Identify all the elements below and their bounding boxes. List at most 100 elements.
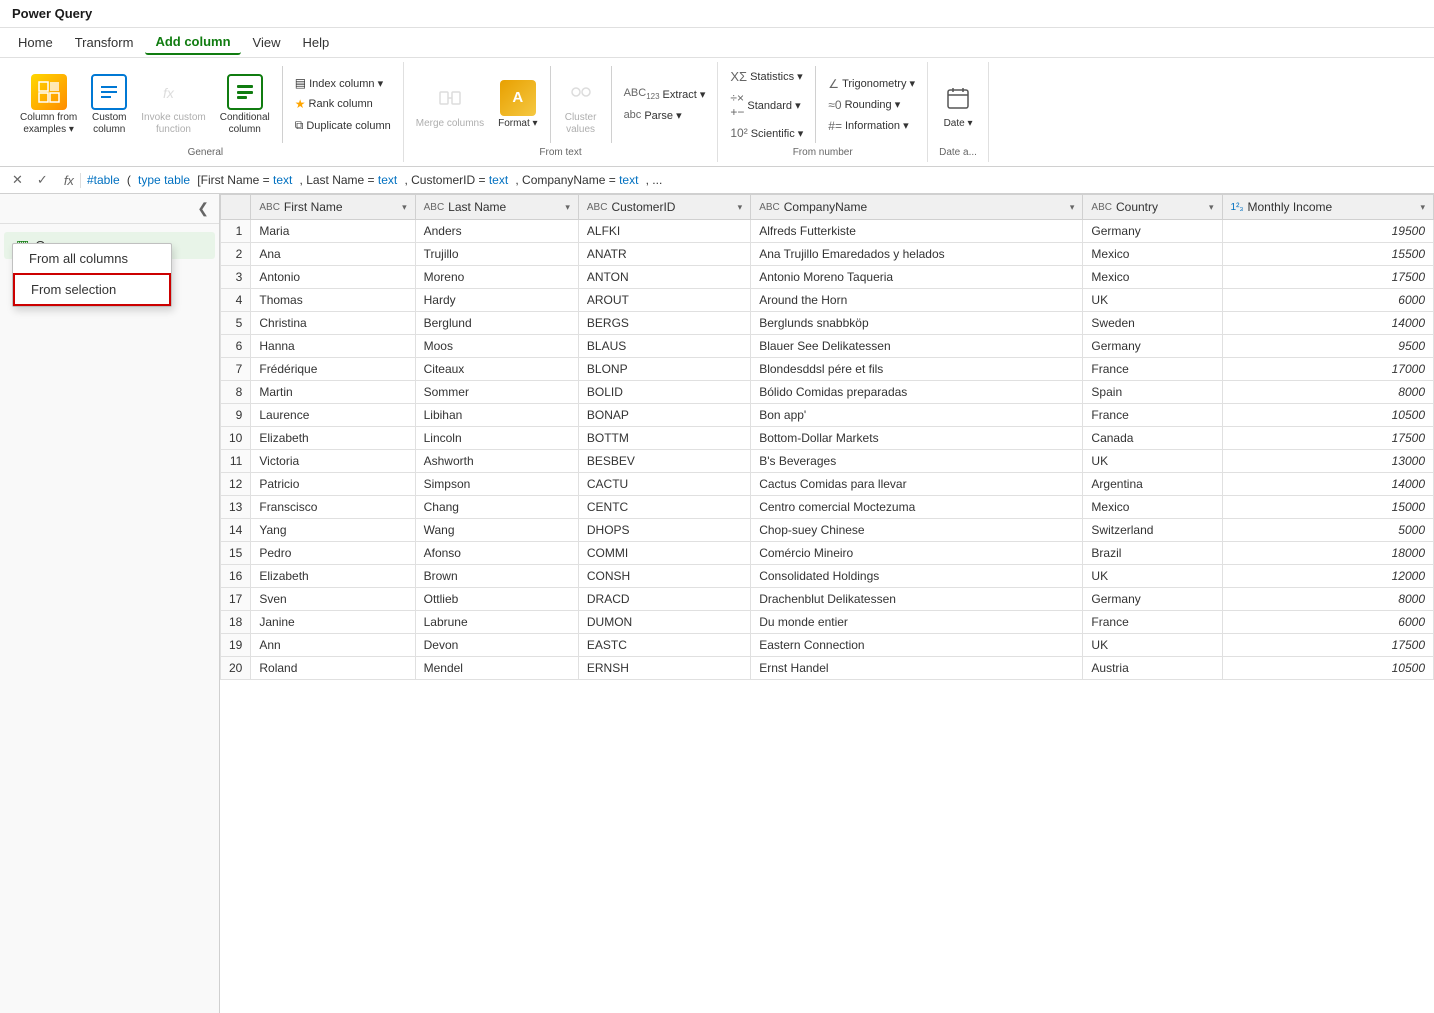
data-area[interactable]: ABC First Name ▾ ABC Last Name ▾	[220, 194, 1434, 1013]
table-row[interactable]: 14YangWangDHOPSChop-suey ChineseSwitzerl…	[221, 519, 1434, 542]
lastname-filter-button[interactable]: ▾	[565, 202, 570, 213]
table-row[interactable]: 6HannaMoosBLAUSBlauer See DelikatessenGe…	[221, 335, 1434, 358]
customerid-cell: ANTON	[578, 266, 750, 289]
trigonometry-label: Trigonometry ▾	[842, 77, 915, 90]
merge-columns-button[interactable]: Merge columns	[410, 76, 490, 134]
firstname-cell: Martin	[251, 381, 415, 404]
table-row[interactable]: 3AntonioMorenoANTONAntonio Moreno Taquer…	[221, 266, 1434, 289]
country-cell: France	[1083, 358, 1222, 381]
row-number-cell: 20	[221, 657, 251, 680]
invoke-custom-function-button[interactable]: fx Invoke customfunction	[135, 70, 211, 140]
from-all-columns-item[interactable]: From all columns	[13, 244, 171, 273]
scientific-label: Scientific ▾	[751, 127, 804, 140]
rank-column-button[interactable]: ★ Rank column	[289, 94, 397, 114]
table-row[interactable]: 19AnnDevonEASTCEastern ConnectionUK17500	[221, 634, 1434, 657]
menu-view[interactable]: View	[243, 31, 291, 54]
firstname-label: First Name	[284, 200, 343, 214]
custom-col-svg	[99, 82, 119, 102]
ribbon-buttons-date: Date ▾	[934, 66, 982, 143]
companyname-filter-button[interactable]: ▾	[1070, 202, 1075, 213]
country-filter-button[interactable]: ▾	[1209, 202, 1214, 213]
table-row[interactable]: 13FransciscoChangCENTCCentro comercial M…	[221, 496, 1434, 519]
column-from-examples-button[interactable]: Column fromexamples ▾	[14, 70, 83, 140]
custom-column-button[interactable]: Customcolumn	[85, 70, 133, 140]
formula-comma1: , Last Name =	[300, 173, 378, 187]
formula-cancel-button[interactable]: ✕	[8, 170, 27, 190]
from-selection-item[interactable]: From selection	[13, 273, 171, 306]
table-row[interactable]: 16ElizabethBrownCONSHConsolidated Holdin…	[221, 565, 1434, 588]
lastname-cell: Mendel	[415, 657, 578, 680]
row-num-header	[221, 195, 251, 220]
standard-button[interactable]: ÷×+− Standard ▾	[724, 88, 809, 122]
monthlyincome-cell: 19500	[1222, 220, 1433, 243]
cluster-values-button[interactable]: Clustervalues	[557, 70, 605, 140]
column-from-examples-icon	[31, 74, 67, 110]
formula-text: #table ( type table [First Name = text ,…	[87, 173, 1426, 188]
formula-comma2: , CustomerID =	[404, 173, 488, 187]
table-row[interactable]: 1MariaAndersALFKIAlfreds FutterkisteGerm…	[221, 220, 1434, 243]
formula-confirm-button[interactable]: ✓	[33, 170, 52, 190]
trigonometry-button[interactable]: ∠ Trigonometry ▾	[822, 74, 921, 94]
index-column-icon: ▤	[295, 76, 306, 90]
extract-button[interactable]: ABC123 Extract ▾	[618, 84, 712, 104]
monthlyincome-cell: 8000	[1222, 381, 1433, 404]
menu-add-column[interactable]: Add column	[145, 30, 240, 55]
companyname-cell: Centro comercial Moctezuma	[751, 496, 1083, 519]
col-header-monthlyincome: 1²₃ Monthly Income ▾	[1222, 195, 1433, 220]
table-row[interactable]: 20RolandMendelERNSHErnst HandelAustria10…	[221, 657, 1434, 680]
merge-columns-label: Merge columns	[416, 118, 484, 130]
country-cell: Mexico	[1083, 266, 1222, 289]
information-button[interactable]: #= Information ▾	[822, 116, 921, 136]
table-row[interactable]: 11VictoriaAshworthBESBEVB's BeveragesUK1…	[221, 450, 1434, 473]
menu-transform[interactable]: Transform	[65, 31, 144, 54]
conditional-column-button[interactable]: Conditionalcolumn	[214, 70, 276, 140]
country-cell: UK	[1083, 565, 1222, 588]
table-row[interactable]: 9LaurenceLibihanBONAPBon app'France10500	[221, 404, 1434, 427]
scientific-icon: 10²	[730, 126, 747, 140]
monthlyincome-cell: 17500	[1222, 634, 1433, 657]
firstname-filter-button[interactable]: ▾	[402, 202, 407, 213]
conditional-column-icon	[227, 74, 263, 110]
companyname-cell: Antonio Moreno Taqueria	[751, 266, 1083, 289]
table-row[interactable]: 7FrédériqueCiteauxBLONPBlondesddsl pére …	[221, 358, 1434, 381]
index-column-button[interactable]: ▤ Index column ▾	[289, 73, 397, 93]
rounding-button[interactable]: ≈0 Rounding ▾	[822, 95, 921, 115]
companyname-cell: Ernst Handel	[751, 657, 1083, 680]
extract-label: Extract ▾	[663, 88, 706, 101]
duplicate-column-button[interactable]: ⧉ Duplicate column	[289, 115, 397, 136]
table-row[interactable]: 18JanineLabruneDUMONDu monde entierFranc…	[221, 611, 1434, 634]
parse-label: Parse ▾	[644, 109, 681, 122]
table-row[interactable]: 12PatricioSimpsonCACTUCactus Comidas par…	[221, 473, 1434, 496]
country-cell: Brazil	[1083, 542, 1222, 565]
ribbon-buttons-from-text: Merge columns A Format ▾ Clustervalues	[410, 66, 712, 143]
formula-comma3: , CompanyName =	[515, 173, 619, 187]
custom-column-icon	[91, 74, 127, 110]
table-row[interactable]: 8MartinSommerBOLIDBólido Comidas prepara…	[221, 381, 1434, 404]
collapse-sidebar-button[interactable]: ❮	[191, 198, 215, 219]
row-number-cell: 9	[221, 404, 251, 427]
date-button[interactable]: Date ▾	[934, 76, 982, 134]
lastname-cell: Ashworth	[415, 450, 578, 473]
menu-help[interactable]: Help	[293, 31, 340, 54]
country-cell: Sweden	[1083, 312, 1222, 335]
statistics-button[interactable]: XΣ Statistics ▾	[724, 66, 809, 87]
monthlyincome-cell: 8000	[1222, 588, 1433, 611]
scientific-button[interactable]: 10² Scientific ▾	[724, 123, 809, 143]
customerid-filter-button[interactable]: ▾	[738, 202, 743, 213]
companyname-cell: B's Beverages	[751, 450, 1083, 473]
table-row[interactable]: 17SvenOttliebDRACDDrachenblut Delikatess…	[221, 588, 1434, 611]
table-row[interactable]: 15PedroAfonsoCOMMIComércio MineiroBrazil…	[221, 542, 1434, 565]
lastname-cell: Moos	[415, 335, 578, 358]
parse-button[interactable]: abc Parse ▾	[618, 106, 712, 125]
small-btn-group-number-2: ∠ Trigonometry ▾ ≈0 Rounding ▾ #= Inform…	[822, 74, 921, 136]
table-row[interactable]: 5ChristinaBerglundBERGSBerglunds snabbkö…	[221, 312, 1434, 335]
duplicate-column-label: Duplicate column	[306, 120, 390, 132]
table-row[interactable]: 4ThomasHardyAROUTAround the HornUK6000	[221, 289, 1434, 312]
table-row[interactable]: 2AnaTrujilloANATRAna Trujillo Emaredados…	[221, 243, 1434, 266]
format-button[interactable]: A Format ▾	[492, 76, 543, 134]
monthlyincome-filter-button[interactable]: ▾	[1420, 202, 1425, 213]
menu-home[interactable]: Home	[8, 31, 63, 54]
lastname-cell: Lincoln	[415, 427, 578, 450]
table-row[interactable]: 10ElizabethLincolnBOTTMBottom-Dollar Mar…	[221, 427, 1434, 450]
lastname-type-icon: ABC	[424, 202, 445, 213]
